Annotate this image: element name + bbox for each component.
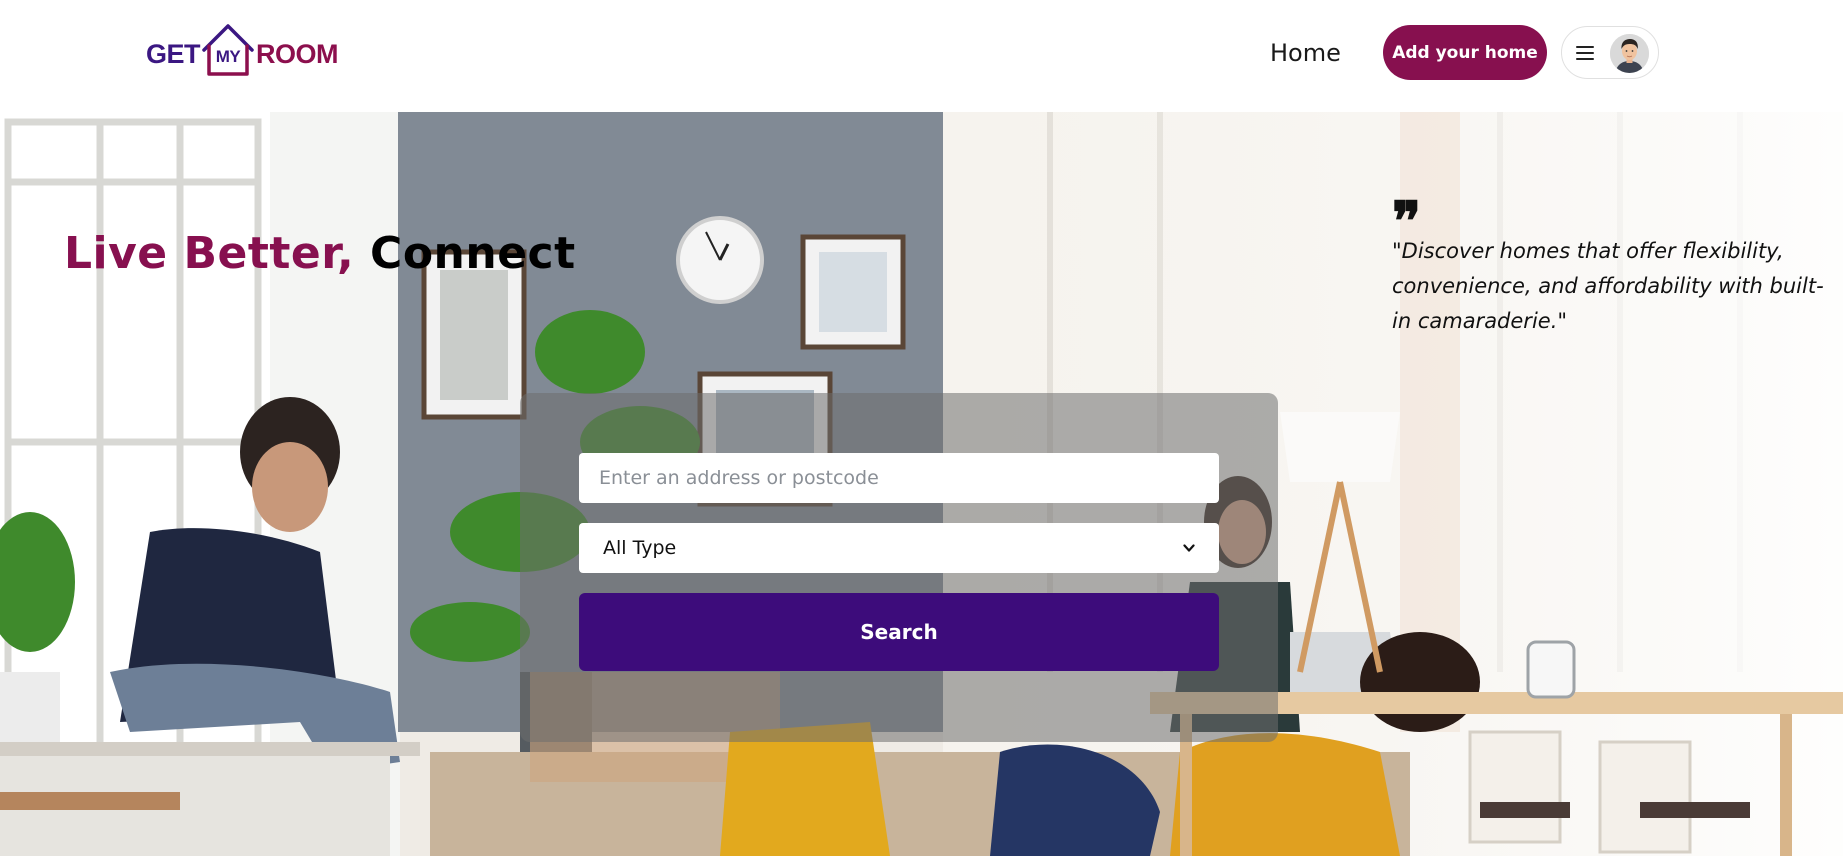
logo-house-icon: MY bbox=[201, 22, 255, 78]
logo-text-get: GET bbox=[146, 39, 201, 69]
hero-section: Live Better, Connect ❞ "Discover homes t… bbox=[0, 112, 1843, 856]
user-menu-button[interactable] bbox=[1561, 26, 1659, 79]
search-panel: All Type Search bbox=[520, 393, 1278, 742]
nav-home-link[interactable]: Home bbox=[1270, 36, 1341, 70]
logo-text-room: ROOM bbox=[256, 39, 339, 69]
hero-headline-rest: Connect bbox=[370, 228, 576, 279]
hero-quote: "Discover homes that offer flexibility, … bbox=[1392, 239, 1824, 333]
search-button[interactable]: Search bbox=[579, 593, 1219, 671]
avatar bbox=[1610, 34, 1649, 73]
property-type-selected: All Type bbox=[603, 537, 677, 559]
hero-headline-accent: Live Better, bbox=[64, 228, 355, 279]
header: GET MY ROOM Home Add your home bbox=[0, 0, 1843, 112]
hero-headline: Live Better, Connect bbox=[64, 228, 576, 279]
logo-text-my: MY bbox=[215, 47, 241, 66]
add-your-home-button[interactable]: Add your home bbox=[1383, 25, 1547, 80]
chevron-down-icon bbox=[1183, 544, 1195, 552]
hamburger-icon bbox=[1576, 45, 1594, 60]
property-type-select[interactable]: All Type bbox=[579, 523, 1219, 573]
quote-icon: ❞ bbox=[1392, 194, 1422, 234]
logo[interactable]: GET MY ROOM bbox=[146, 22, 339, 78]
address-search-input[interactable] bbox=[579, 453, 1219, 503]
